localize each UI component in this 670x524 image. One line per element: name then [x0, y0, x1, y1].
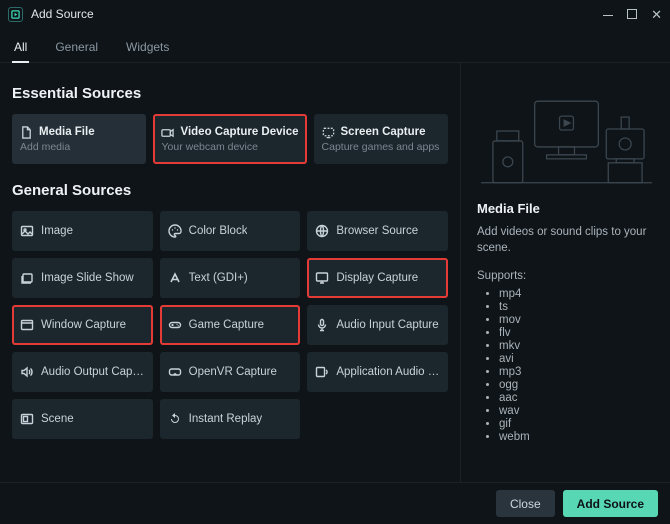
window-icon [20, 318, 34, 332]
tab-general[interactable]: General [53, 34, 100, 62]
card-label: OpenVR Capture [189, 366, 277, 378]
dashed-screen-icon [322, 126, 335, 139]
dialog-footer: Close Add Source [0, 482, 670, 524]
format-item: ts [499, 301, 656, 313]
source-card-openvr-capture[interactable]: OpenVR Capture [160, 352, 301, 392]
image-icon [20, 224, 34, 238]
detail-title: Media File [477, 201, 656, 216]
replay-icon [168, 412, 182, 426]
globe-icon [315, 224, 329, 238]
source-card-audio-output-capture[interactable]: Audio Output Capture [12, 352, 153, 392]
card-title: Media File [39, 126, 95, 138]
card-label: Window Capture [41, 319, 126, 331]
format-item: wav [499, 405, 656, 417]
text-icon [168, 271, 182, 285]
close-button[interactable]: Close [496, 490, 555, 517]
source-card-application-audio-ca[interactable]: Application Audio Ca... [307, 352, 448, 392]
palette-icon [168, 224, 182, 238]
card-subtitle: Add media [20, 141, 138, 153]
card-label: Image Slide Show [41, 272, 134, 284]
camera-icon [161, 126, 174, 139]
tab-widgets[interactable]: Widgets [124, 34, 171, 62]
slides-icon [20, 271, 34, 285]
tab-bar: All General Widgets [0, 28, 670, 63]
monitor-icon [315, 271, 329, 285]
essential-card-video-capture-device[interactable]: Video Capture Device Your webcam device [153, 114, 306, 164]
tab-all[interactable]: All [12, 34, 29, 62]
detail-description: Add videos or sound clips to your scene. [477, 224, 656, 256]
format-item: webm [499, 431, 656, 443]
file-icon [20, 126, 33, 139]
supported-formats-list: mp4tsmovflvmkvavimp3oggaacwavgifwebm [477, 288, 656, 443]
card-label: Audio Output Capture [41, 366, 145, 378]
essential-heading: Essential Sources [12, 85, 448, 102]
close-window-button[interactable]: ✕ [651, 8, 662, 21]
titlebar: Add Source ✕ [0, 0, 670, 28]
card-label: Color Block [189, 225, 248, 237]
card-label: Audio Input Capture [336, 319, 438, 331]
format-item: avi [499, 353, 656, 365]
scene-icon [20, 412, 34, 426]
source-card-color-block[interactable]: Color Block [160, 211, 301, 251]
essential-card-media-file[interactable]: Media File Add media [12, 114, 146, 164]
minimize-button[interactable] [603, 8, 613, 21]
window-controls: ✕ [603, 8, 662, 21]
card-label: Scene [41, 413, 74, 425]
window-title: Add Source [31, 7, 94, 21]
app-icon [8, 7, 23, 22]
format-item: flv [499, 327, 656, 339]
card-label: Application Audio Ca... [336, 366, 440, 378]
card-title: Video Capture Device [180, 126, 298, 138]
format-item: ogg [499, 379, 656, 391]
maximize-button[interactable] [627, 8, 637, 21]
card-label: Instant Replay [189, 413, 263, 425]
app-audio-icon [315, 365, 329, 379]
source-card-window-capture[interactable]: Window Capture [12, 305, 153, 345]
card-title: Screen Capture [341, 126, 426, 138]
general-heading: General Sources [12, 182, 448, 199]
card-label: Image [41, 225, 73, 237]
format-item: mov [499, 314, 656, 326]
card-subtitle: Capture games and apps [322, 141, 440, 153]
supports-label: Supports: [477, 270, 656, 282]
format-item: mp3 [499, 366, 656, 378]
card-label: Text (GDI+) [189, 272, 248, 284]
card-subtitle: Your webcam device [161, 141, 298, 153]
format-item: mp4 [499, 288, 656, 300]
essential-card-screen-capture[interactable]: Screen Capture Capture games and apps [314, 114, 448, 164]
detail-illustration [477, 73, 656, 191]
source-card-image-slide-show[interactable]: Image Slide Show [12, 258, 153, 298]
format-item: mkv [499, 340, 656, 352]
card-label: Game Capture [189, 319, 264, 331]
gamepad-icon [168, 318, 182, 332]
source-card-audio-input-capture[interactable]: Audio Input Capture [307, 305, 448, 345]
source-card-browser-source[interactable]: Browser Source [307, 211, 448, 251]
source-list-panel: Essential Sources Media File Add media Vid… [0, 63, 460, 482]
speaker-icon [20, 365, 34, 379]
format-item: aac [499, 392, 656, 404]
vr-icon [168, 365, 182, 379]
card-label: Display Capture [336, 272, 418, 284]
source-card-scene[interactable]: Scene [12, 399, 153, 439]
mic-icon [315, 318, 329, 332]
source-card-text-gdi[interactable]: Text (GDI+) [160, 258, 301, 298]
source-card-display-capture[interactable]: Display Capture [307, 258, 448, 298]
format-item: gif [499, 418, 656, 430]
source-card-instant-replay[interactable]: Instant Replay [160, 399, 301, 439]
add-source-button[interactable]: Add Source [563, 490, 658, 517]
detail-panel: Media File Add videos or sound clips to … [460, 63, 670, 482]
source-card-game-capture[interactable]: Game Capture [160, 305, 301, 345]
source-card-image[interactable]: Image [12, 211, 153, 251]
card-label: Browser Source [336, 225, 418, 237]
